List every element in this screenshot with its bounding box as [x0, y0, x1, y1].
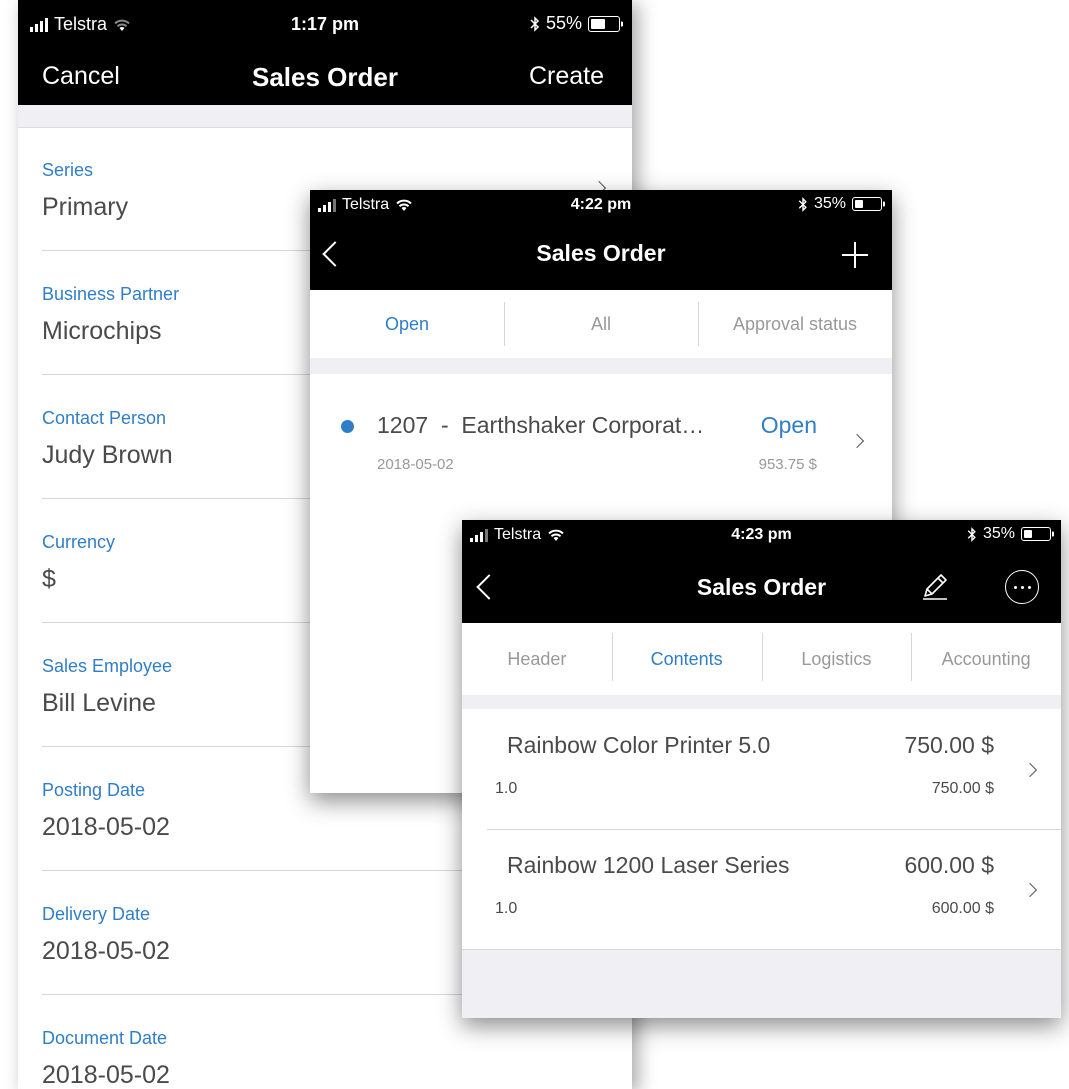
section-gap — [310, 358, 892, 374]
bluetooth-icon — [530, 15, 540, 32]
page-title: Sales Order — [696, 574, 827, 600]
status-bar: Telstra 4:22 pm 35% — [310, 190, 892, 220]
chevron-right-icon — [1022, 882, 1038, 898]
order-status: Open — [760, 412, 817, 438]
battery-icon — [588, 15, 620, 32]
battery-icon — [1021, 527, 1051, 541]
filter-tabs: Open All Approval status — [310, 290, 892, 358]
empty-area — [462, 950, 1061, 1018]
chevron-right-icon — [849, 433, 865, 449]
tab-contents[interactable]: Contents — [611, 623, 762, 695]
order-customer: Earthshaker Corporat… — [461, 412, 705, 438]
tab-accounting[interactable]: Accounting — [911, 623, 1061, 695]
tab-all[interactable]: All — [504, 290, 698, 358]
battery-icon — [852, 197, 882, 211]
field-value: Microchips — [42, 317, 162, 345]
nav-bar: Sales Order — [310, 220, 892, 290]
field-label: Delivery Date — [42, 904, 151, 924]
order-separator: - — [440, 412, 449, 438]
field-value: Bill Levine — [42, 689, 156, 717]
tab-open[interactable]: Open — [310, 290, 504, 358]
tab-logistics[interactable]: Logistics — [761, 623, 912, 695]
field-value: Judy Brown — [42, 441, 173, 469]
field-label: Document Date — [42, 1028, 168, 1048]
field-value: 2018-05-02 — [42, 937, 170, 965]
tab-approval-status[interactable]: Approval status — [698, 290, 892, 358]
bluetooth-icon — [967, 526, 976, 542]
field-label: Posting Date — [42, 780, 146, 800]
field-label: Contact Person — [42, 408, 167, 428]
section-gap — [18, 105, 632, 128]
field-label: Series — [42, 160, 94, 180]
field-label: Currency — [42, 532, 116, 552]
tab-header[interactable]: Header — [462, 623, 612, 695]
field-label: Business Partner — [42, 284, 180, 304]
bluetooth-icon — [798, 196, 807, 212]
list-item[interactable]: Rainbow 1200 Laser Series 600.00 $ 1.0 6… — [462, 830, 1061, 950]
battery-percent: 55% — [545, 13, 582, 33]
list-item[interactable]: 1207 - Earthshaker Corporat… Open 2018-0… — [310, 374, 892, 484]
status-bar: Telstra 4:23 pm 35% — [462, 520, 1061, 550]
chevron-right-icon — [1022, 762, 1038, 778]
item-name: Rainbow Color Printer 5.0 — [507, 732, 771, 758]
item-price: 600.00 $ — [904, 852, 994, 878]
detail-tabs: Header Contents Logistics Accounting — [462, 623, 1061, 695]
order-date: 2018-05-02 — [377, 456, 454, 473]
order-amount: 953.75 $ — [758, 456, 817, 473]
field-label: Sales Employee — [42, 656, 173, 676]
list-item[interactable]: Rainbow Color Printer 5.0 750.00 $ 1.0 7… — [462, 710, 1061, 830]
status-dot-icon — [341, 420, 354, 433]
field-value: 2018-05-02 — [42, 1061, 170, 1089]
field-value: Primary — [42, 193, 129, 221]
item-total: 600.00 $ — [931, 900, 994, 917]
item-name: Rainbow 1200 Laser Series — [507, 852, 790, 878]
field-value: $ — [42, 565, 56, 593]
page-title: Sales Order — [536, 240, 666, 266]
field-value: 2018-05-02 — [42, 813, 170, 841]
battery-percent: 35% — [813, 195, 846, 212]
screen-sales-order-detail: Telstra 4:23 pm 35% Sales Order Header C… — [462, 520, 1061, 1018]
nav-bar: Sales Order — [462, 550, 1061, 623]
order-number: 1207 — [377, 412, 429, 438]
item-quantity: 1.0 — [495, 780, 518, 797]
create-button[interactable]: Create — [529, 62, 604, 91]
item-total: 750.00 $ — [931, 780, 994, 797]
status-bar: Telstra 1:17 pm 55% — [18, 0, 632, 50]
pencil-icon[interactable] — [919, 570, 951, 602]
item-quantity: 1.0 — [495, 900, 518, 917]
item-price: 750.00 $ — [904, 732, 994, 758]
more-icon[interactable] — [1005, 570, 1039, 604]
section-gap — [462, 695, 1061, 709]
battery-percent: 35% — [982, 525, 1015, 542]
plus-icon[interactable] — [842, 242, 868, 268]
